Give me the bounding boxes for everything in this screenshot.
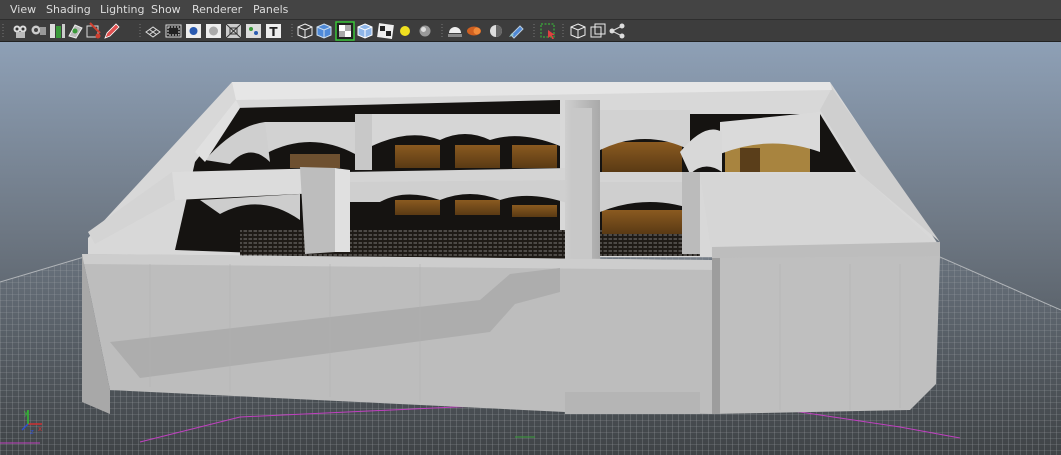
2d-pan-zoom-icon[interactable] — [86, 22, 101, 39]
menu-view[interactable]: View — [10, 3, 36, 17]
bookmark-icon[interactable] — [50, 24, 65, 38]
camera-attributes-icon[interactable] — [31, 25, 47, 36]
wireframe-icon[interactable] — [297, 23, 313, 39]
image-plane-icon[interactable] — [68, 24, 83, 39]
building-model[interactable] — [82, 82, 940, 414]
grid-icon[interactable] — [145, 26, 161, 38]
xray-joints-icon[interactable] — [570, 23, 586, 39]
xray-icon[interactable] — [540, 23, 555, 39]
xray-components-icon[interactable] — [590, 23, 606, 38]
isolate-select-icon[interactable] — [509, 25, 524, 39]
smooth-shade-icon[interactable] — [316, 23, 332, 39]
grease-pencil-icon[interactable] — [104, 23, 120, 39]
perspective-viewport[interactable]: x y z — [0, 42, 1061, 455]
use-all-lights-icon[interactable] — [400, 26, 410, 36]
gate-mask-icon[interactable] — [206, 24, 221, 38]
shadows-icon[interactable] — [419, 25, 431, 37]
resolution-gate-icon[interactable] — [186, 24, 201, 38]
field-chart-icon[interactable] — [225, 23, 242, 39]
svg-text:T: T — [269, 25, 278, 39]
safe-action-icon[interactable] — [246, 24, 261, 38]
select-camera-icon[interactable] — [13, 25, 27, 39]
menu-panels[interactable]: Panels — [253, 3, 288, 17]
textured-icon[interactable] — [377, 23, 394, 40]
wireframe-on-shaded-icon[interactable] — [335, 21, 355, 41]
panel-menu-bar: View Shading Lighting Show Renderer Pane… — [0, 0, 1061, 20]
menu-renderer[interactable]: Renderer — [192, 3, 242, 17]
axis-label-x: x — [38, 425, 42, 433]
axis-label-z: z — [30, 428, 34, 436]
anti-aliasing-icon[interactable] — [490, 25, 502, 37]
node-graph-icon[interactable] — [609, 23, 625, 39]
default-material-icon[interactable] — [357, 23, 373, 39]
axis-label-y: y — [24, 409, 28, 417]
panel-toolbar: T — [0, 20, 1061, 42]
safe-title-icon[interactable]: T — [266, 24, 281, 39]
menu-show[interactable]: Show — [151, 3, 181, 17]
motion-blur-icon[interactable] — [467, 26, 481, 36]
film-gate-icon[interactable] — [165, 24, 182, 38]
screen-space-ao-icon[interactable] — [448, 27, 462, 37]
menu-shading[interactable]: Shading — [46, 3, 91, 17]
menu-lighting[interactable]: Lighting — [100, 3, 144, 17]
